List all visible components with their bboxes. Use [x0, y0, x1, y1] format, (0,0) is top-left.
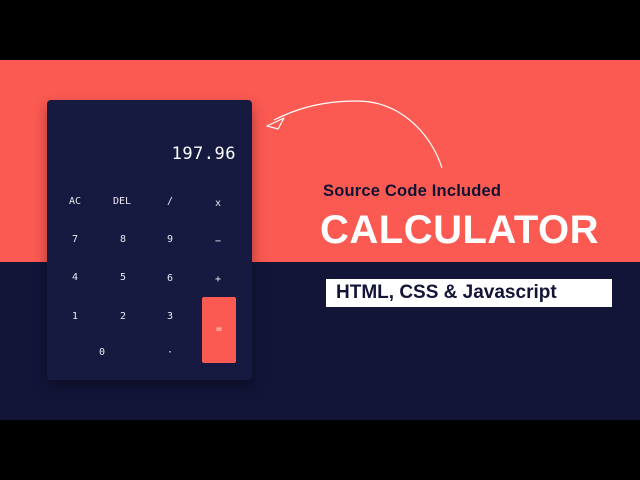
key-9[interactable]: 9 — [155, 230, 185, 250]
key-decimal[interactable]: · — [155, 343, 185, 363]
promo-title: CALCULATOR — [320, 208, 600, 252]
calculator-display: 197.96 — [171, 144, 236, 164]
key-minus[interactable]: − — [203, 232, 233, 252]
key-5[interactable]: 5 — [108, 268, 138, 288]
key-2[interactable]: 2 — [108, 307, 138, 327]
key-6[interactable]: 6 — [155, 269, 185, 289]
key-1[interactable]: 1 — [60, 307, 90, 327]
key-equals[interactable]: = — [202, 297, 236, 363]
key-7[interactable]: 7 — [60, 230, 90, 250]
key-3[interactable]: 3 — [155, 307, 185, 327]
bottom-letterbox — [0, 420, 640, 480]
key-8[interactable]: 8 — [108, 230, 138, 250]
curved-arrow-icon — [266, 100, 443, 169]
key-divide[interactable]: / — [155, 192, 185, 212]
key-0[interactable]: 0 — [87, 343, 117, 363]
key-plus[interactable]: + — [203, 270, 233, 290]
key-4[interactable]: 4 — [60, 268, 90, 288]
tech-stack-badge: HTML, CSS & Javascript — [322, 279, 612, 307]
key-multiply[interactable]: x — [203, 194, 233, 214]
tech-stack-label: HTML, CSS & Javascript — [336, 282, 557, 303]
promo-subtitle: Source Code Included — [323, 182, 502, 200]
badge-accent-bar — [322, 279, 326, 307]
top-letterbox — [0, 0, 640, 60]
key-del[interactable]: DEL — [107, 192, 137, 212]
calculator: 197.96 AC DEL / x 7 8 9 − 4 5 6 + 1 2 3 … — [47, 100, 252, 380]
key-ac[interactable]: AC — [60, 192, 90, 212]
